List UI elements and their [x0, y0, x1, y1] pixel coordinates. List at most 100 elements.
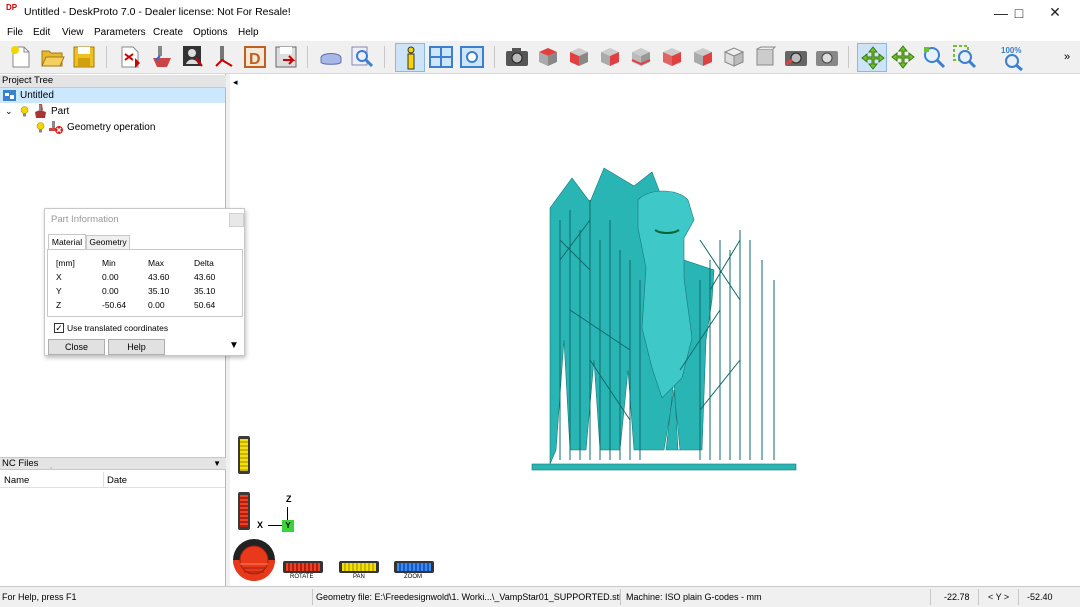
tree-item-untitled[interactable]: Untitled	[0, 88, 225, 103]
svg-text:D: D	[249, 51, 261, 68]
save-project-icon[interactable]	[71, 44, 97, 70]
rotate-control[interactable]	[283, 561, 323, 573]
camera-save-icon[interactable]	[783, 44, 809, 70]
view-bottom-icon[interactable]	[690, 44, 716, 70]
row-y-axis: Y	[56, 286, 62, 296]
preview-icon[interactable]	[349, 44, 375, 70]
3d-viewport[interactable]: ◂ Z X Y ROTATE PAN ZOOM	[230, 74, 1080, 586]
menu-parameters[interactable]: Parameters	[94, 27, 146, 38]
help-button[interactable]: Help	[108, 339, 165, 355]
view-top-icon[interactable]	[535, 44, 561, 70]
row-z-axis: Z	[56, 300, 62, 310]
operation-error-icon	[49, 121, 63, 134]
part-information-button[interactable]	[395, 43, 425, 72]
nc-files-title: NC Files	[2, 458, 39, 469]
row-z-delta: 50.64	[194, 300, 216, 310]
tree-label-geometry-operation: Geometry operation	[67, 122, 156, 133]
rotate-tool-button[interactable]	[857, 43, 887, 72]
zoom-window-icon[interactable]	[952, 44, 978, 70]
row-x-max: 43.60	[148, 272, 170, 282]
translated-coordinates-checkbox[interactable]: ✓	[54, 323, 64, 333]
tree-item-part[interactable]: ⌄ Part	[0, 104, 225, 119]
expand-dialog-icon[interactable]: ▼	[229, 340, 239, 351]
zoom-100-icon	[1005, 54, 1023, 71]
nc-files-header: NC Files ▼	[0, 457, 226, 470]
menu-view[interactable]: View	[62, 27, 84, 38]
split-view-icon[interactable]	[428, 44, 454, 70]
screenshot-view-icon[interactable]	[504, 44, 530, 70]
row-x-delta: 43.60	[194, 272, 216, 282]
panel-collapse-icon[interactable]: ◂	[233, 77, 238, 88]
tab-geometry[interactable]: Geometry	[86, 235, 130, 249]
new-project-icon[interactable]	[8, 44, 34, 70]
info-icon	[407, 46, 415, 70]
row-z-max: 0.00	[148, 300, 165, 310]
pan-control[interactable]	[339, 561, 379, 573]
view-front-icon[interactable]	[566, 44, 592, 70]
save-nc-icon[interactable]	[273, 44, 299, 70]
column-name[interactable]: Name	[4, 475, 29, 486]
status-coord-1: -22.78	[944, 592, 970, 602]
status-coord-2: -52.40	[1027, 592, 1053, 602]
column-date[interactable]: Date	[107, 475, 127, 486]
axis-y-marker: Y	[282, 520, 294, 532]
app-icon: DP	[6, 3, 18, 12]
tilt-slider[interactable]	[238, 492, 250, 530]
axis-z-label: Z	[286, 494, 292, 504]
drill-operation-icon[interactable]: D	[242, 44, 268, 70]
open-project-icon[interactable]	[39, 44, 65, 70]
part-icon	[35, 104, 46, 118]
part-operation-icon[interactable]	[149, 44, 175, 70]
close-button[interactable]: Close	[48, 339, 105, 355]
row-x-axis: X	[56, 272, 62, 282]
header-unit: [mm]	[56, 258, 75, 268]
menu-file[interactable]: File	[7, 27, 23, 38]
camera-restore-icon[interactable]	[814, 44, 840, 70]
bulb-icon[interactable]	[36, 122, 45, 133]
camera-view-icon[interactable]	[459, 44, 485, 70]
row-y-min: 0.00	[102, 286, 119, 296]
view-back-icon[interactable]	[628, 44, 654, 70]
menu-options[interactable]: Options	[193, 27, 227, 38]
zoom-100-button[interactable]: 100%	[998, 44, 1030, 71]
view-left-icon[interactable]	[659, 44, 685, 70]
vector-operation-icon[interactable]	[180, 44, 206, 70]
tab-material[interactable]: Material	[48, 234, 86, 249]
bulb-icon[interactable]	[20, 106, 29, 117]
nc-files-dropdown-icon[interactable]: ▼	[213, 458, 221, 470]
maximize-button[interactable]: □	[1002, 0, 1036, 25]
menu-bar: File Edit View Parameters Create Options…	[0, 25, 1080, 41]
tree-item-geometry-operation[interactable]: Geometry operation	[0, 120, 225, 135]
close-window-button[interactable]: ✕	[1038, 0, 1072, 25]
view-right-icon[interactable]	[597, 44, 623, 70]
menu-edit[interactable]: Edit	[33, 27, 50, 38]
project-tree-header: Project Tree	[0, 75, 226, 88]
import-geometry-icon[interactable]	[117, 44, 143, 70]
header-max: Max	[148, 258, 165, 268]
view-iso-icon[interactable]	[721, 44, 747, 70]
dialog-close-box[interactable]	[229, 213, 244, 227]
axis-x-label: X	[257, 520, 264, 530]
menu-create[interactable]: Create	[153, 27, 183, 38]
zoom-control[interactable]	[394, 561, 434, 573]
rotate-wheel-icon[interactable]	[232, 538, 276, 582]
tree-label-untitled: Untitled	[20, 90, 54, 101]
status-axis-mode: < Y >	[988, 592, 1010, 602]
toolbar-overflow[interactable]: »	[1064, 51, 1070, 63]
dimensions-table: [mm] Min Max Delta X 0.00 43.60 43.60 Y …	[47, 249, 243, 317]
chevron-down-icon[interactable]: ⌄	[5, 104, 13, 119]
bitmap-operation-icon[interactable]	[211, 44, 237, 70]
zoom-in-icon[interactable]	[921, 44, 947, 70]
menu-help[interactable]: Help	[238, 27, 259, 38]
zoom-label: ZOOM	[404, 574, 422, 580]
header-delta: Delta	[194, 258, 214, 268]
view-iso-2-icon[interactable]	[752, 44, 778, 70]
status-help: For Help, press F1	[2, 592, 77, 602]
nc-files-column-header: Name ˇ Date	[0, 468, 225, 488]
pan-icon[interactable]	[890, 44, 916, 70]
tree-label-part: Part	[51, 106, 70, 117]
header-min: Min	[102, 258, 116, 268]
zoom-slider[interactable]	[238, 436, 250, 474]
model-render	[531, 167, 797, 471]
part-wizard-icon[interactable]	[318, 44, 344, 70]
